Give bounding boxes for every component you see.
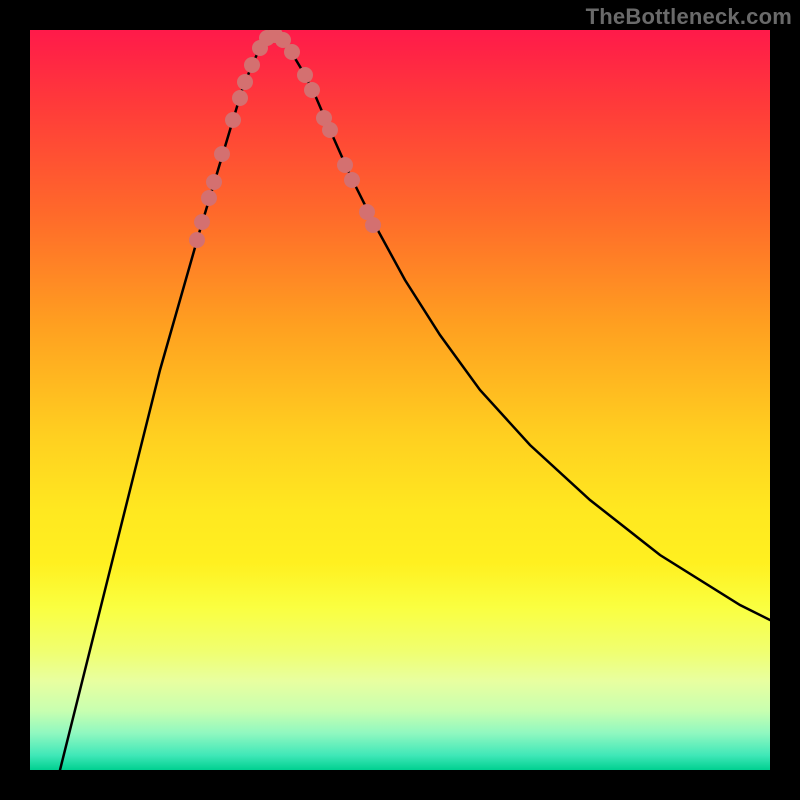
bottleneck-curve bbox=[60, 34, 770, 770]
curve-marker bbox=[284, 44, 300, 60]
curve-marker bbox=[237, 74, 253, 90]
curve-marker bbox=[201, 190, 217, 206]
plot-area bbox=[30, 30, 770, 770]
curve-marker bbox=[206, 174, 222, 190]
curve-marker bbox=[214, 146, 230, 162]
watermark-text: TheBottleneck.com bbox=[586, 4, 792, 30]
chart-svg bbox=[30, 30, 770, 770]
curve-marker bbox=[244, 57, 260, 73]
curve-marker bbox=[232, 90, 248, 106]
chart-frame: TheBottleneck.com bbox=[0, 0, 800, 800]
curve-marker bbox=[322, 122, 338, 138]
curve-marker bbox=[189, 232, 205, 248]
curve-marker bbox=[344, 172, 360, 188]
curve-markers bbox=[189, 30, 381, 248]
curve-marker bbox=[337, 157, 353, 173]
curve-marker bbox=[297, 67, 313, 83]
curve-marker bbox=[304, 82, 320, 98]
curve-marker bbox=[225, 112, 241, 128]
curve-marker bbox=[194, 214, 210, 230]
curve-marker bbox=[365, 217, 381, 233]
